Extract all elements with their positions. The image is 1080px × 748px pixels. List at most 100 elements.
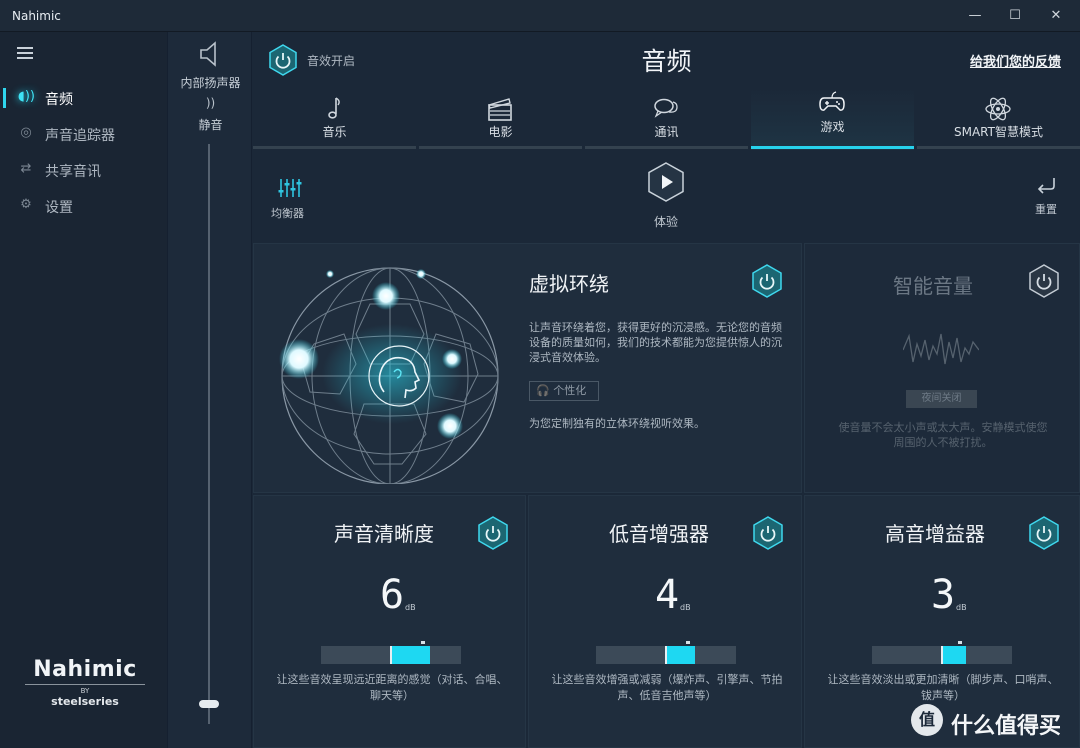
- personalize-label: 个性化: [553, 384, 587, 397]
- volume-panel: 内部扬声器 )) 静音: [167, 32, 252, 748]
- sidebar-item-share-audio[interactable]: ⇄ 共享音讯: [0, 153, 167, 187]
- effect-unit: dB: [956, 603, 967, 612]
- effect-title: 低音增强器: [609, 522, 709, 546]
- effect-description: 让这些音效增强或减弱（爆炸声、引擎声、节拍声、低音吉他声等）: [551, 673, 783, 702]
- bass-boost-power-icon[interactable]: [752, 516, 784, 550]
- surround-sphere-illustration: [279, 267, 499, 484]
- menu-icon[interactable]: [17, 47, 33, 59]
- sidebar-item-audio[interactable]: ◖)) 音频: [0, 81, 167, 115]
- effect-slider-handle[interactable]: [665, 646, 667, 664]
- clapperboard-icon: [488, 98, 512, 121]
- logo-by: BY: [25, 684, 145, 695]
- effect-slider[interactable]: [872, 641, 1012, 664]
- maximize-button[interactable]: ☐: [1000, 6, 1030, 26]
- sidebar-item-sound-tracker[interactable]: ◎ 声音追踪器: [0, 117, 167, 151]
- chat-bubbles-icon: [654, 98, 678, 118]
- voice-clarity-power-icon[interactable]: [477, 516, 509, 550]
- close-button[interactable]: ✕: [1041, 6, 1071, 26]
- tab-movie[interactable]: 电影: [419, 88, 582, 150]
- logo-brand: Nahimic: [33, 657, 137, 682]
- effect-unit: dB: [680, 603, 691, 612]
- smart-volume-title: 智能音量: [893, 274, 973, 298]
- reset-label: 重置: [1035, 203, 1057, 216]
- treble-boost-power-icon[interactable]: [1028, 516, 1060, 550]
- nahimic-logo: Nahimic BY steelseries: [25, 657, 145, 708]
- effect-slider-handle[interactable]: [390, 646, 392, 664]
- sidebar-item-label: 设置: [45, 200, 73, 216]
- effect-slider[interactable]: [321, 641, 461, 664]
- title-bar: Nahimic — ☐ ✕: [0, 0, 1080, 32]
- effect-description: 让这些音效呈现远近距离的感觉（对话、合唱、聊天等）: [276, 673, 508, 702]
- effect-slider[interactable]: [596, 641, 736, 664]
- virtual-surround-description: 让声音环绕着您，获得更好的沉浸感。无论您的音频设备的质量如何，我们的技术都能为您…: [529, 321, 782, 364]
- tab-smart[interactable]: SMART智慧模式: [917, 88, 1080, 150]
- effects-power-icon[interactable]: [267, 44, 299, 76]
- personalize-button[interactable]: 🎧 个性化: [529, 381, 599, 401]
- watermark-badge: 值: [911, 704, 943, 736]
- reset-icon: [1037, 178, 1055, 194]
- app-title: Nahimic: [12, 9, 61, 23]
- effect-slider-handle[interactable]: [941, 646, 943, 664]
- tab-underline: [419, 146, 582, 149]
- watermark: 值 什么值得买: [905, 700, 1075, 740]
- tab-label: 电影: [488, 125, 513, 139]
- profile-tabs: 音乐 电影 通讯 游戏 SMART智慧模式: [253, 88, 1080, 150]
- atom-icon: [985, 97, 1011, 121]
- equalizer-label: 均衡器: [271, 207, 304, 220]
- effect-title: 高音增益器: [885, 522, 985, 546]
- tab-label: 游戏: [820, 120, 845, 134]
- volume-slider-track[interactable]: [208, 144, 210, 724]
- effect-slider-fill: [666, 646, 695, 664]
- main-content: 音频 音效开启 给我们您的反馈 音乐 电影 通讯 游戏 SMART智慧模式 均衡…: [253, 32, 1080, 748]
- effect-slider-default-tick: [421, 641, 425, 644]
- effect-slider-fill: [391, 646, 430, 664]
- effects-toggle-label: 音效开启: [307, 54, 356, 68]
- tab-communication[interactable]: 通讯: [585, 88, 748, 150]
- waveform-icon: [903, 333, 979, 365]
- effect-value: 4: [655, 572, 680, 618]
- mute-icon[interactable]: )): [168, 96, 253, 110]
- tab-music[interactable]: 音乐: [253, 88, 416, 150]
- gear-icon: ⚙: [20, 197, 32, 212]
- sidebar: ◖)) 音频 ◎ 声音追踪器 ⇄ 共享音讯 ⚙ 设置 Nahimic BY st…: [0, 32, 167, 748]
- mute-label[interactable]: 静音: [168, 116, 253, 133]
- tab-label: SMART智慧模式: [954, 125, 1043, 139]
- headphones-icon: 🎧: [536, 384, 550, 397]
- bass-boost-card: 低音增强器 4 dB 让这些音效增强或减弱（爆炸声、引擎声、节拍声、低音吉他声等…: [528, 495, 802, 748]
- virtual-surround-note: 为您定制独有的立体环绕视听效果。: [529, 417, 705, 430]
- logo-partner: steelseries: [51, 695, 119, 708]
- audio-wave-icon: ◖)): [18, 89, 35, 104]
- tab-underline: [751, 146, 914, 149]
- volume-slider-handle[interactable]: [199, 700, 219, 708]
- tab-label: 音乐: [322, 125, 347, 139]
- minimize-button[interactable]: —: [960, 6, 990, 26]
- output-device-label[interactable]: 内部扬声器: [168, 74, 253, 91]
- reset-button[interactable]: 重置: [1029, 176, 1063, 217]
- tab-gaming[interactable]: 游戏: [751, 88, 914, 150]
- virtual-surround-power-icon[interactable]: [751, 264, 783, 298]
- play-label: 体验: [653, 215, 678, 229]
- virtual-surround-title: 虚拟环绕: [529, 272, 609, 296]
- play-button[interactable]: [646, 162, 686, 202]
- effect-title: 声音清晰度: [334, 522, 434, 546]
- toolbar: 均衡器 体验 重置: [253, 150, 1080, 242]
- feedback-link[interactable]: 给我们您的反馈: [970, 51, 1061, 70]
- music-note-icon: [328, 97, 340, 119]
- equalizer-button[interactable]: 均衡器: [271, 178, 311, 221]
- smart-volume-card: 智能音量 夜间关闭 使音量不会太小声或太大声。安静模式使您周围的人不被打扰。: [804, 243, 1080, 493]
- night-mode-button[interactable]: 夜间关闭: [906, 390, 977, 408]
- smart-volume-description: 使音量不会太小声或太大声。安静模式使您周围的人不被打扰。: [838, 421, 1048, 449]
- equalizer-icon: [278, 179, 302, 197]
- sidebar-item-settings[interactable]: ⚙ 设置: [0, 189, 167, 223]
- effect-slider-default-tick: [958, 641, 962, 644]
- effect-value: 6: [380, 572, 405, 618]
- watermark-text: 什么值得买: [951, 714, 1062, 739]
- page-title: 音频: [641, 47, 692, 76]
- effect-value: 3: [931, 572, 956, 618]
- active-indicator: [3, 88, 6, 108]
- smart-volume-power-icon[interactable]: [1028, 264, 1060, 298]
- tab-underline: [253, 146, 416, 149]
- speaker-icon[interactable]: [197, 40, 223, 68]
- gamepad-icon: [819, 91, 845, 111]
- share-audio-icon: ⇄: [20, 161, 32, 176]
